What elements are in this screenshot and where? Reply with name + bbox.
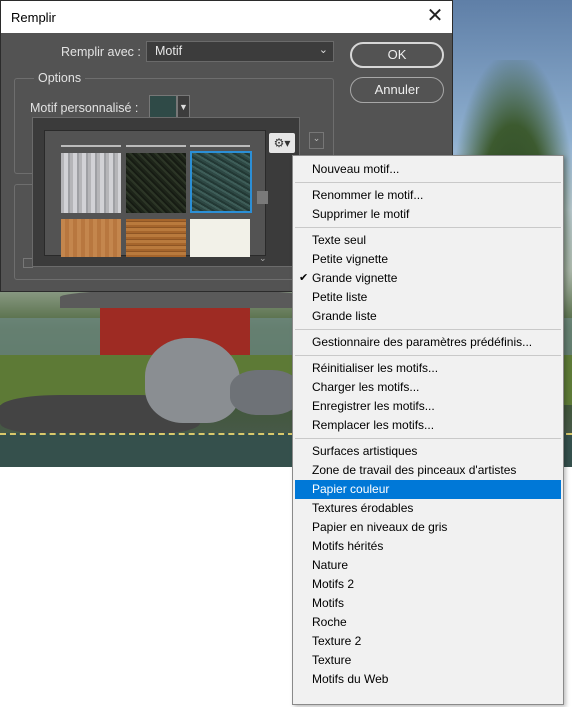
menu-item[interactable]: Nouveau motif... <box>295 160 561 179</box>
check-icon: ✔ <box>299 272 309 284</box>
menu-item[interactable]: Texture 2 <box>295 632 561 651</box>
menu-item[interactable]: Surfaces artistiques <box>295 442 561 461</box>
menu-item[interactable]: Papier couleur <box>295 480 561 499</box>
menu-item[interactable]: Charger les motifs... <box>295 378 561 397</box>
pattern-grid: ⌄ <box>44 130 268 263</box>
menu-item[interactable]: Enregistrer les motifs... <box>295 397 561 416</box>
fill-with-select[interactable]: Motif ⌄ <box>146 41 334 62</box>
menu-item[interactable]: Roche <box>295 613 561 632</box>
menu-item[interactable]: Texture <box>295 651 561 670</box>
menu-item[interactable]: Motifs hérités <box>295 537 561 556</box>
menu-separator <box>295 182 561 183</box>
menu-item[interactable]: Motifs <box>295 594 561 613</box>
photo-rock-small <box>230 370 300 415</box>
scrollbar-thumb[interactable] <box>257 191 268 204</box>
menu-item[interactable]: Textures érodables <box>295 499 561 518</box>
gear-icon[interactable]: ⚙▾ <box>269 133 295 153</box>
pattern-thumbnail[interactable] <box>61 153 121 213</box>
chevron-down-icon[interactable]: ▼ <box>177 95 190 119</box>
options-legend: Options <box>34 71 86 85</box>
fill-with-value: Motif <box>155 44 183 58</box>
menu-separator <box>295 355 561 356</box>
close-icon[interactable]: ✕ <box>418 1 452 33</box>
chevron-down-icon[interactable]: ⌄ <box>309 132 324 149</box>
menu-item[interactable]: Nature <box>295 556 561 575</box>
cancel-button[interactable]: Annuler <box>350 77 444 103</box>
menu-separator <box>295 227 561 228</box>
pattern-swatch[interactable] <box>149 95 177 119</box>
dialog-titlebar[interactable]: Remplir ✕ <box>1 1 452 33</box>
dialog-title: Remplir <box>11 10 56 25</box>
custom-pattern-label: Motif personnalisé : <box>30 101 139 115</box>
menu-item[interactable]: Petite liste <box>295 288 561 307</box>
pattern-thumbnail-selected[interactable] <box>190 151 252 213</box>
pattern-options-menu: Nouveau motif... Renommer le motif... Supp… <box>292 155 564 705</box>
menu-item[interactable]: Remplacer les motifs... <box>295 416 561 435</box>
menu-item[interactable]: Gestionnaire des paramètres prédéfinis..… <box>295 333 561 352</box>
menu-separator <box>295 438 561 439</box>
menu-item[interactable]: Réinitialiser les motifs... <box>295 359 561 378</box>
menu-item[interactable]: Papier en niveaux de gris <box>295 518 561 537</box>
divider <box>126 145 186 147</box>
menu-separator <box>295 329 561 330</box>
pattern-thumbnail[interactable] <box>126 153 186 213</box>
pattern-thumbnail[interactable] <box>190 219 250 257</box>
photo-pavilion-roof <box>60 290 310 308</box>
pattern-thumbnail[interactable] <box>61 219 121 257</box>
menu-item[interactable]: Motifs 2 <box>295 575 561 594</box>
divider <box>190 145 250 147</box>
menu-item[interactable]: Petite vignette <box>295 250 561 269</box>
pattern-thumbnail[interactable] <box>126 219 186 257</box>
fill-with-label: Remplir avec : <box>61 45 141 59</box>
menu-item[interactable]: Supprimer le motif <box>295 205 561 224</box>
pattern-picker: ⌄ ⚙▾ <box>32 117 300 267</box>
divider <box>61 145 121 147</box>
ok-button[interactable]: OK <box>350 42 444 68</box>
menu-item[interactable]: Grande liste <box>295 307 561 326</box>
menu-item[interactable]: Motifs du Web <box>295 670 561 689</box>
menu-item[interactable]: Renommer le motif... <box>295 186 561 205</box>
chevron-down-icon: ⌄ <box>318 44 328 56</box>
scroll-down-icon[interactable]: ⌄ <box>259 253 267 264</box>
menu-item[interactable]: Grande vignette ✔ <box>295 269 561 288</box>
menu-item[interactable]: Texte seul <box>295 231 561 250</box>
photo-rock-large <box>145 338 240 423</box>
menu-item[interactable]: Zone de travail des pinceaux d'artistes <box>295 461 561 480</box>
